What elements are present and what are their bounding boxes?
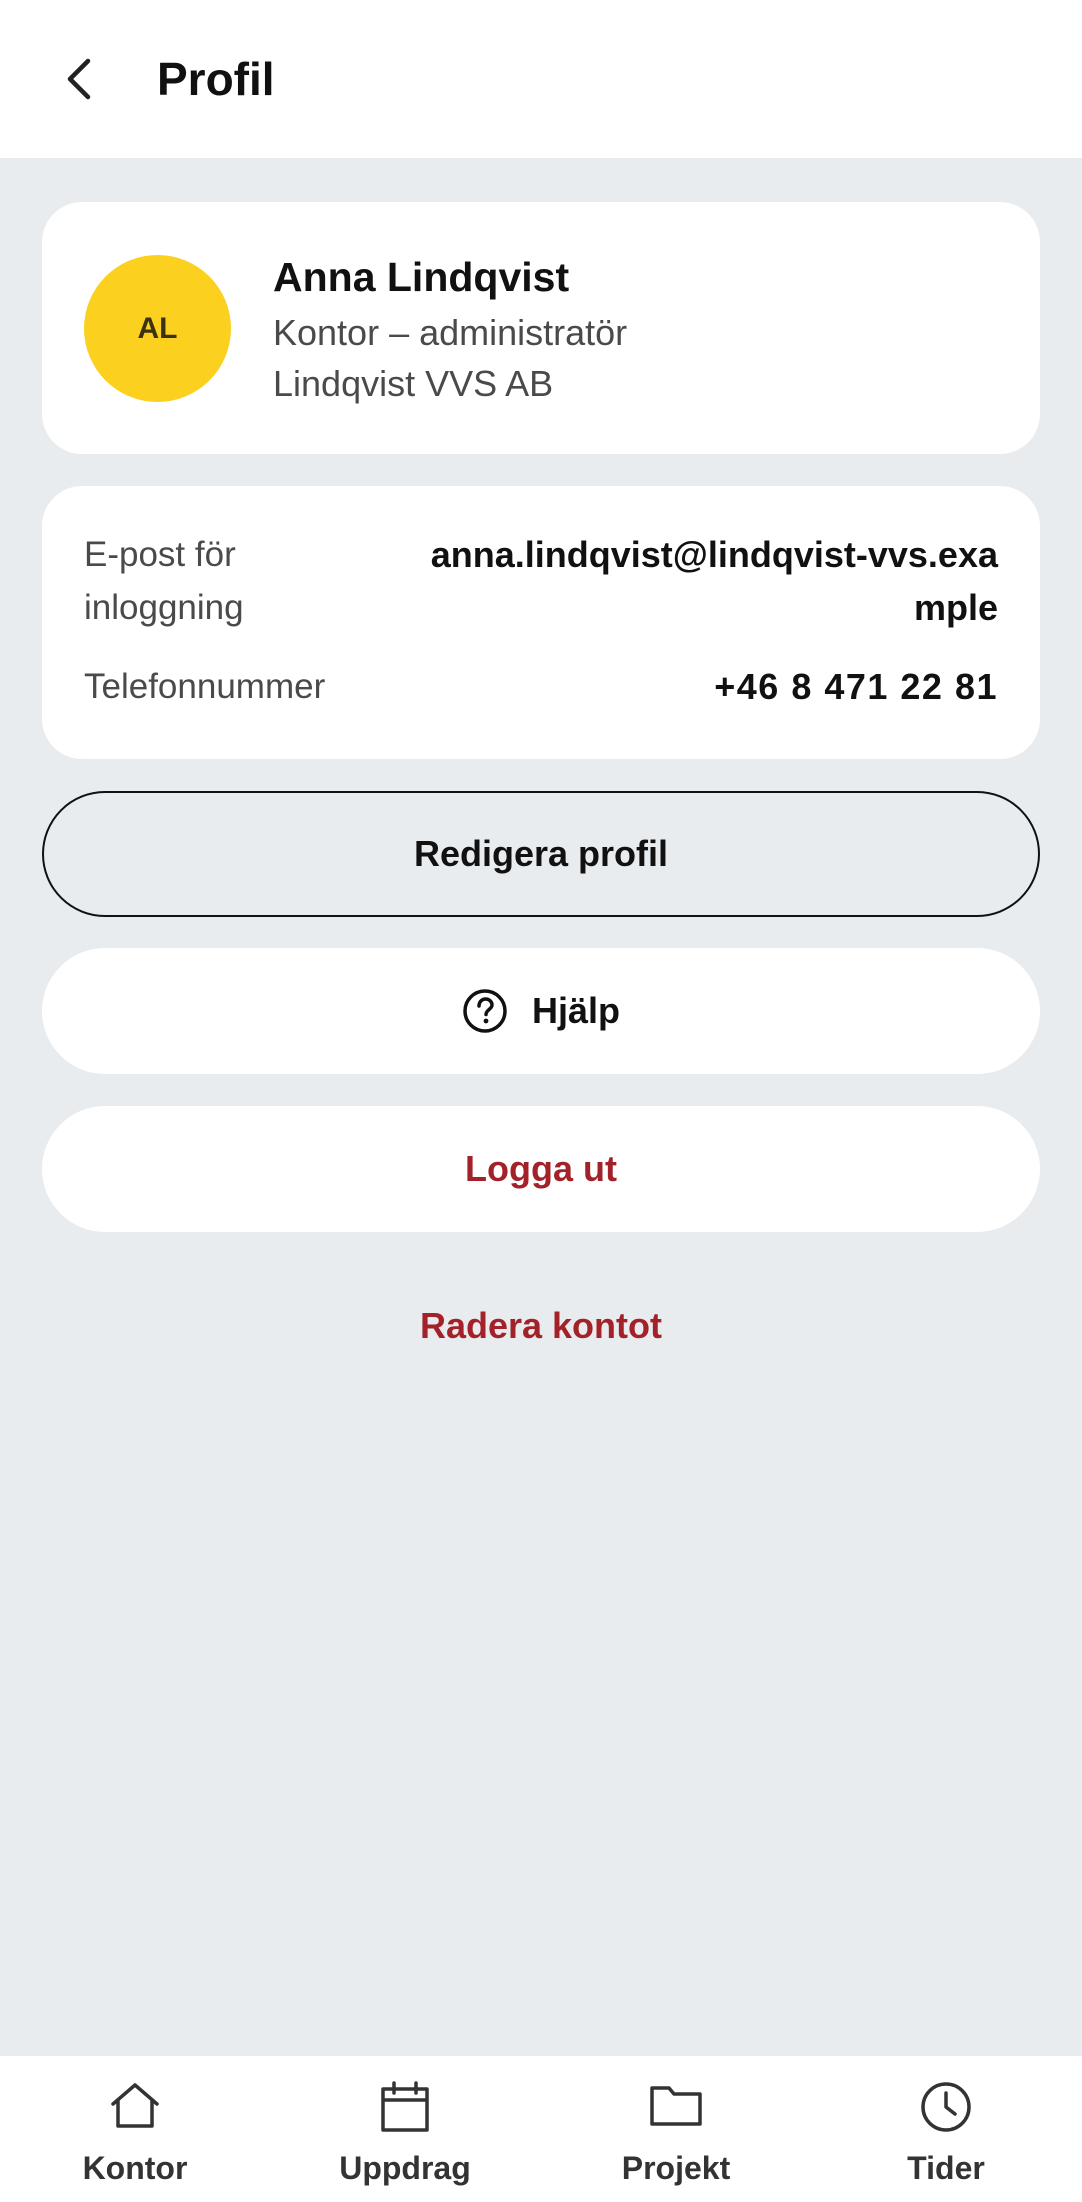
folder-icon [650, 2086, 702, 2126]
user-name: Anna Lindqvist [273, 254, 570, 300]
email-value: anna.lindqvist@lindqvist-vvs.example [430, 534, 998, 628]
nav-label-kontor: Kontor [82, 2150, 188, 2186]
delete-account-link[interactable]: Radera kontot [0, 1300, 1082, 1352]
phone-label: Telefonnummer [84, 667, 326, 706]
nav-item-kontor[interactable]: Kontor [35, 2056, 235, 2202]
account-info-card: E-post för inloggning anna.lindqvist@lin… [42, 486, 1040, 759]
phone-row: Telefonnummer +46 8 471 22 81 [84, 660, 998, 713]
nav-item-tider[interactable]: Tider [846, 2056, 1046, 2202]
question-circle-icon [462, 988, 508, 1034]
logout-button[interactable]: Logga ut [42, 1106, 1040, 1232]
phone-value: +46 8 471 22 81 [714, 666, 998, 707]
home-icon [111, 2083, 159, 2128]
user-role: Kontor – administratör [273, 312, 628, 353]
top-app-bar: Profil [0, 0, 1082, 158]
bottom-navigation: Kontor Uppdrag Projekt Tider [0, 2056, 1082, 2202]
page-title: Profil [157, 53, 275, 105]
edit-profile-button[interactable]: Redigera profil [42, 791, 1040, 917]
chevron-left-icon [67, 58, 91, 100]
nav-label-projekt: Projekt [621, 2150, 731, 2186]
help-label: Hjälp [531, 990, 620, 1031]
email-label: E-post för inloggning [84, 535, 244, 627]
edit-profile-label: Redigera profil [413, 833, 669, 874]
nav-item-projekt[interactable]: Projekt [576, 2056, 776, 2202]
profile-card: AL Anna Lindqvist Kontor – administratör… [42, 202, 1040, 454]
avatar: AL [84, 255, 231, 402]
clock-icon [921, 2082, 971, 2132]
help-button[interactable]: Hjälp [42, 948, 1040, 1074]
user-company: Lindqvist VVS AB [273, 363, 554, 404]
nav-label-uppdrag: Uppdrag [339, 2150, 471, 2186]
nav-label-tider: Tider [907, 2150, 985, 2186]
email-row: E-post för inloggning anna.lindqvist@lin… [84, 528, 998, 634]
back-button[interactable] [50, 44, 108, 114]
calendar-icon [381, 2081, 429, 2132]
nav-item-uppdrag[interactable]: Uppdrag [305, 2056, 505, 2202]
logout-label: Logga ut [465, 1148, 617, 1189]
